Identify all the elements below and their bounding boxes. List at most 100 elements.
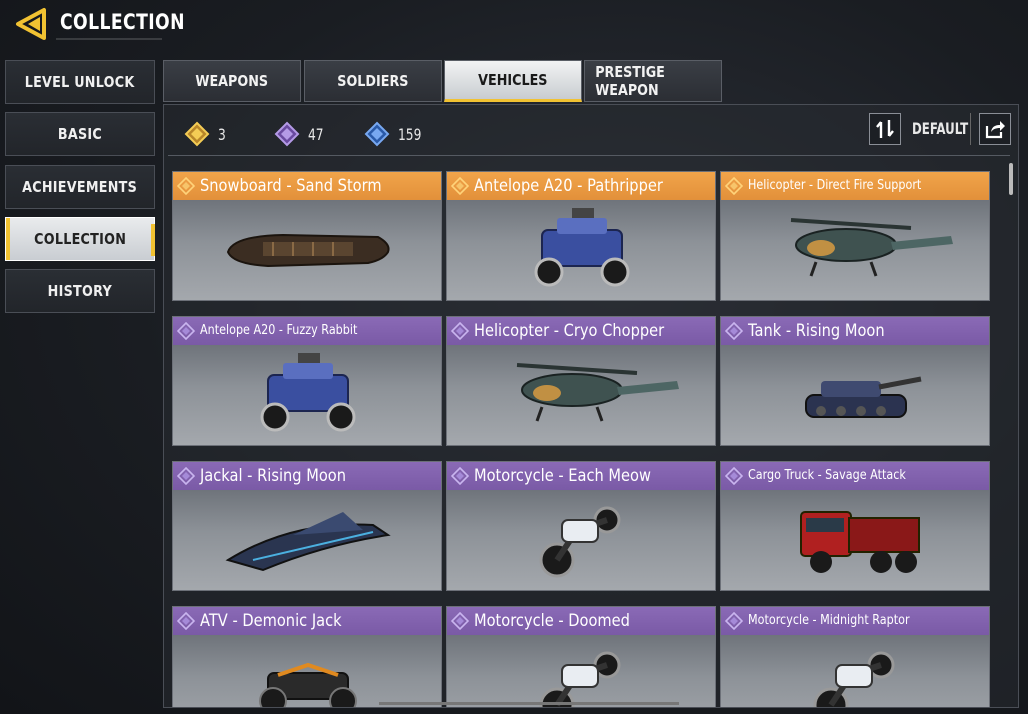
menu-achievements[interactable]: ACHIEVEMENTS — [5, 165, 155, 209]
truck-icon — [800, 511, 920, 573]
vehicle-card-header: Antelope A20 - Pathripper — [447, 172, 715, 200]
share-button[interactable] — [979, 113, 1011, 145]
collection-panel: 3 47 159 DEFAULT Snowboard - Sand Storm A… — [163, 104, 1019, 708]
vehicle-card-header: Snowboard - Sand Storm — [173, 172, 441, 200]
rarity-diamond-icon — [177, 177, 195, 195]
rarity-diamond-icon — [451, 612, 469, 630]
vehicle-card[interactable]: Jackal - Rising Moon — [172, 461, 442, 591]
menu-label: COLLECTION — [33, 230, 127, 248]
tab-soldiers[interactable]: SOLDIERS — [304, 60, 442, 102]
motorcycle-icon — [813, 651, 895, 707]
vehicle-card[interactable]: Cargo Truck - Savage Attack — [720, 461, 990, 591]
rarity-diamond-icon — [725, 322, 743, 340]
epic-count: 47 — [274, 121, 326, 147]
rarity-diamond-icon — [451, 322, 469, 340]
menu-label: HISTORY — [47, 282, 113, 300]
tab-weapons[interactable]: WEAPONS — [163, 60, 301, 102]
vehicle-card-header: Jackal - Rising Moon — [173, 462, 441, 490]
vehicle-card-header: Tank - Rising Moon — [721, 317, 989, 345]
vehicle-card[interactable]: Helicopter - Cryo Chopper — [446, 316, 716, 446]
tab-vehicles[interactable]: VEHICLES — [444, 60, 582, 102]
menu-basic[interactable]: BASIC — [5, 112, 155, 156]
vehicle-name: Tank - Rising Moon — [748, 321, 885, 341]
tab-label: VEHICLES — [478, 71, 548, 89]
rarity-diamond-icon — [451, 467, 469, 485]
rare-diamond-icon — [364, 121, 390, 147]
vehicle-card[interactable]: Snowboard - Sand Storm — [172, 171, 442, 301]
vehicle-card[interactable]: Motorcycle - Doomed — [446, 606, 716, 707]
title-underline — [56, 38, 162, 40]
vehicle-name: Motorcycle - Doomed — [474, 611, 630, 631]
rarity-diamond-icon — [725, 177, 743, 195]
vehicle-card[interactable]: Motorcycle - Each Meow — [446, 461, 716, 591]
helicopter-icon — [790, 218, 953, 277]
vehicle-card-header: Motorcycle - Each Meow — [447, 462, 715, 490]
atv-icon — [259, 662, 357, 707]
vehicle-name: Motorcycle - Each Meow — [474, 466, 651, 486]
vehicle-card[interactable]: ATV - Demonic Jack — [172, 606, 442, 707]
back-arrow-icon — [16, 8, 46, 40]
motorcycle-icon — [539, 506, 621, 578]
rarity-diamond-icon — [725, 612, 743, 630]
epic-diamond-icon — [274, 121, 300, 147]
panel-divider — [168, 155, 1010, 156]
antelope-icon — [260, 353, 356, 432]
share-icon — [985, 121, 1005, 139]
page-title: COLLECTION — [60, 10, 185, 34]
tab-label: SOLDIERS — [337, 72, 409, 90]
legendary-diamond-icon — [184, 121, 210, 147]
vehicle-card-header: Motorcycle - Doomed — [447, 607, 715, 635]
menu-history[interactable]: HISTORY — [5, 269, 155, 313]
vehicle-name: Antelope A20 - Fuzzy Rabbit — [200, 323, 358, 338]
vehicle-card-header: Cargo Truck - Savage Attack — [721, 462, 989, 490]
legendary-count-value: 3 — [218, 124, 226, 144]
epic-count-value: 47 — [308, 124, 324, 144]
vehicle-name: Jackal - Rising Moon — [200, 466, 346, 486]
rarity-diamond-icon — [725, 467, 743, 485]
menu-label: BASIC — [57, 125, 103, 143]
sort-label: DEFAULT — [912, 119, 969, 138]
vehicle-card-header: Motorcycle - Midnight Raptor — [721, 607, 989, 635]
rare-count: 159 — [364, 121, 425, 147]
menu-collection[interactable]: COLLECTION — [5, 217, 155, 261]
top-bar: COLLECTION — [0, 0, 1028, 50]
toolbar-separator — [970, 113, 971, 145]
vehicle-name: Helicopter - Direct Fire Support — [748, 178, 922, 193]
menu-label: LEVEL UNLOCK — [25, 73, 135, 91]
vehicle-card[interactable]: Antelope A20 - Fuzzy Rabbit — [172, 316, 442, 446]
sort-order-button[interactable] — [869, 113, 901, 145]
vehicle-name: Helicopter - Cryo Chopper — [474, 321, 665, 341]
vehicle-card-header: Helicopter - Cryo Chopper — [447, 317, 715, 345]
rare-count-value: 159 — [398, 124, 422, 144]
rarity-diamond-icon — [177, 612, 195, 630]
helicopter-icon — [516, 363, 679, 422]
vehicle-card[interactable]: Tank - Rising Moon — [720, 316, 990, 446]
vehicle-name: Motorcycle - Midnight Raptor — [748, 613, 910, 628]
vehicle-card[interactable]: Antelope A20 - Pathripper — [446, 171, 716, 301]
tab-prestige-weapon[interactable]: PRESTIGE WEAPON — [584, 60, 722, 102]
sort-arrows-icon — [876, 120, 894, 138]
rarity-diamond-icon — [177, 467, 195, 485]
snowboard-icon — [226, 233, 390, 268]
vehicle-card[interactable]: Motorcycle - Midnight Raptor — [720, 606, 990, 707]
vehicle-card-header: Antelope A20 - Fuzzy Rabbit — [173, 317, 441, 345]
vehicle-name: Cargo Truck - Savage Attack — [748, 468, 906, 483]
legendary-count: 3 — [184, 121, 227, 147]
horizontal-scrollbar[interactable] — [379, 702, 679, 705]
rarity-diamond-icon — [177, 322, 195, 340]
antelope-icon — [534, 208, 630, 287]
jackal-icon — [225, 512, 391, 572]
vehicle-name: ATV - Demonic Jack — [200, 611, 342, 631]
menu-level-unlock[interactable]: LEVEL UNLOCK — [5, 60, 155, 104]
vehicle-name: Snowboard - Sand Storm — [200, 176, 382, 196]
vehicle-card[interactable]: Helicopter - Direct Fire Support — [720, 171, 990, 301]
vehicle-card-header: Helicopter - Direct Fire Support — [721, 172, 989, 200]
rarity-diamond-icon — [451, 177, 469, 195]
motorcycle-icon — [539, 651, 621, 707]
back-button[interactable] — [14, 6, 50, 42]
vertical-scrollbar[interactable] — [1009, 163, 1013, 195]
tab-label: WEAPONS — [195, 72, 269, 90]
tab-label: PRESTIGE WEAPON — [595, 63, 665, 99]
vehicle-card-header: ATV - Demonic Jack — [173, 607, 441, 635]
menu-label: ACHIEVEMENTS — [22, 178, 138, 196]
